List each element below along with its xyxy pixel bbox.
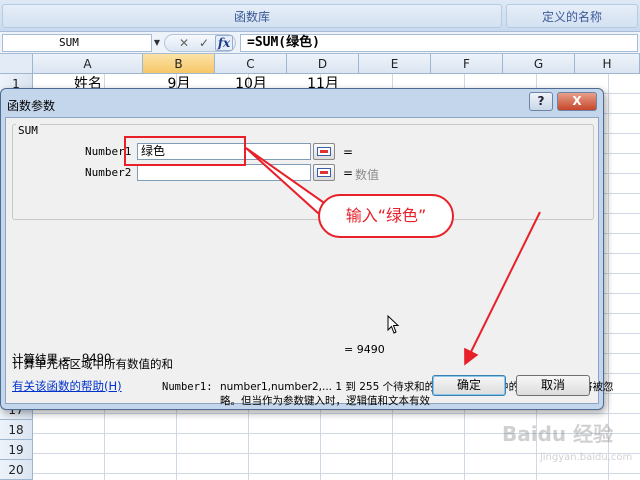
function-group: SUM Number1 绿色 = Number2 = 数值 [12, 124, 594, 220]
enter-formula-icon[interactable]: ✓ [195, 35, 213, 51]
arg-input-number2[interactable] [137, 164, 311, 181]
watermark-url: jingyan.baidu.com [540, 452, 633, 463]
insert-function-icon[interactable]: fx [215, 35, 233, 51]
calc-result-label: 计算结果 = [12, 352, 72, 366]
chevron-down-icon[interactable]: ▼ [152, 37, 162, 49]
dialog-help-button[interactable]: ? [529, 92, 553, 111]
function-help-link[interactable]: 有关该函数的帮助(H) [12, 378, 122, 394]
cancel-button[interactable]: 取消 [516, 375, 590, 396]
column-header-c[interactable]: C [215, 54, 287, 74]
dialog-close-button[interactable]: X [557, 92, 597, 111]
dialog-title: 函数参数 [7, 99, 56, 113]
arg-description-label: Number1: [162, 381, 213, 393]
column-header-g[interactable]: G [503, 54, 575, 74]
ok-button[interactable]: 确定 [432, 375, 506, 396]
column-header-b[interactable]: B [143, 54, 215, 74]
watermark: Baidu 经验 [502, 422, 614, 446]
row-header-20[interactable]: 20 [0, 460, 33, 480]
mouse-cursor-icon [387, 315, 400, 334]
collapse-dialog-icon[interactable] [313, 143, 335, 160]
arg-eq-number2: = [343, 166, 354, 180]
column-header-d[interactable]: D [287, 54, 359, 74]
column-header-e[interactable]: E [359, 54, 431, 74]
arg-eq-number1: = [343, 145, 354, 159]
ribbon: 函数库 定义的名称 [0, 0, 640, 32]
arg-hint-number2: 数值 [355, 168, 380, 182]
annotation-callout: 输入“绿色” [318, 194, 454, 238]
column-header-a[interactable]: A [33, 54, 143, 74]
cancel-formula-icon[interactable]: ✕ [175, 35, 193, 51]
ribbon-group-function-library[interactable]: 函数库 [2, 4, 502, 28]
collapse-dialog-icon[interactable] [313, 164, 335, 181]
highlight-box [124, 136, 246, 166]
row-header-18[interactable]: 18 [0, 420, 33, 440]
formula-result-preview: = 9490 [344, 343, 385, 356]
column-header-h[interactable]: H [575, 54, 640, 74]
select-all-corner[interactable] [0, 54, 33, 74]
formula-input[interactable]: =SUM(绿色) [240, 34, 638, 52]
formula-buttons: ✕ ✓ fx [164, 34, 236, 52]
column-header-f[interactable]: F [431, 54, 503, 74]
ribbon-group-defined-names[interactable]: 定义的名称 [506, 4, 638, 28]
function-name-label: SUM [16, 124, 40, 137]
name-box[interactable]: SUM [2, 34, 152, 52]
calc-result-value: 9490 [82, 351, 112, 365]
arg-label-number2: Number2 [85, 166, 132, 179]
formula-bar: SUM ▼ ✕ ✓ fx =SUM(绿色) [0, 32, 640, 54]
row-header-19[interactable]: 19 [0, 440, 33, 460]
